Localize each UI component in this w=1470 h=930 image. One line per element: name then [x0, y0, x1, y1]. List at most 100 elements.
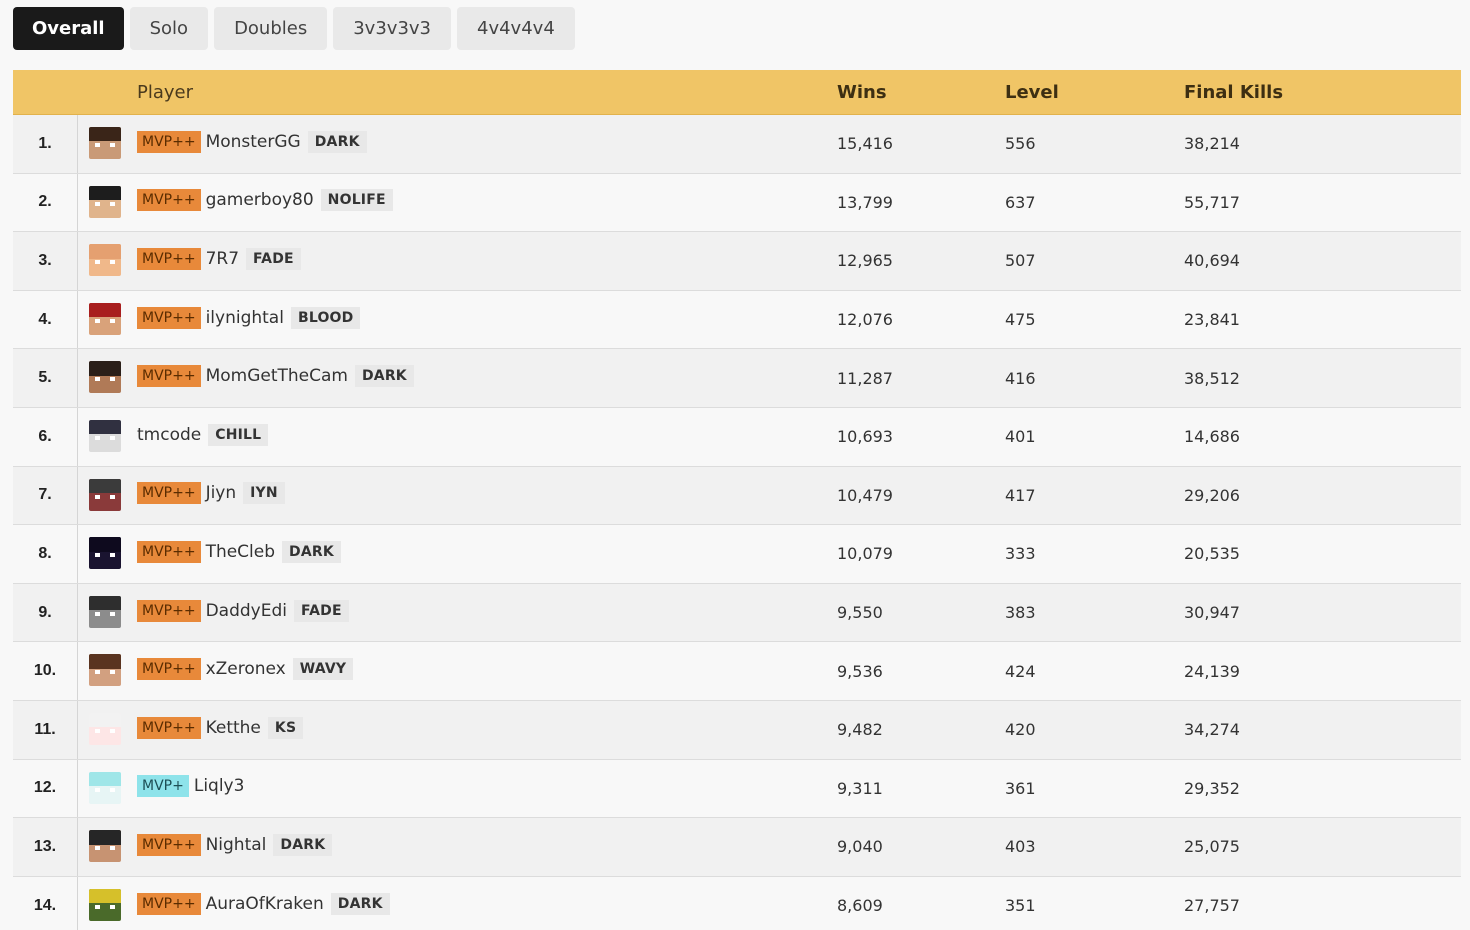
rank-badge: MVP++ — [137, 365, 201, 388]
player-avatar[interactable] — [89, 712, 121, 745]
player-avatar[interactable] — [89, 419, 121, 452]
table-row: 11. MVP++ Ketthe KS 9,482 420 34,274 — [13, 700, 1461, 760]
tab-doubles[interactable]: Doubles — [214, 7, 328, 50]
player-cell: tmcode CHILL — [137, 408, 269, 466]
final-kills-value: 27,757 — [1184, 896, 1240, 916]
player-cell: MVP++ gamerboy80 NOLIFE — [137, 174, 393, 232]
final-kills-value: 38,512 — [1184, 368, 1240, 388]
player-name-link[interactable]: MonsterGG — [206, 132, 301, 152]
player-avatar[interactable] — [89, 302, 121, 335]
player-name-link[interactable]: Liqly3 — [194, 776, 245, 796]
guild-tag: KS — [267, 716, 304, 739]
player-avatar[interactable] — [89, 595, 121, 628]
player-avatar[interactable] — [89, 888, 121, 921]
player-avatar[interactable] — [89, 654, 121, 687]
player-name-link[interactable]: DaddyEdi — [206, 601, 287, 621]
tab-solo[interactable]: Solo — [129, 7, 209, 50]
header-final-kills[interactable]: Final Kills — [1184, 82, 1283, 103]
player-name-link[interactable]: 7R7 — [206, 249, 239, 269]
player-avatar[interactable] — [89, 771, 121, 804]
guild-tag: DARK — [273, 833, 333, 856]
rank-badge: MVP++ — [137, 189, 201, 212]
avatar-eye — [110, 728, 115, 733]
player-name-link[interactable]: MomGetTheCam — [206, 366, 348, 386]
avatar-hair — [89, 419, 121, 435]
header-wins[interactable]: Wins — [837, 82, 887, 103]
level-value: 424 — [1005, 661, 1036, 681]
table-row: 9. MVP++ DaddyEdi FADE 9,550 383 30,947 — [13, 583, 1461, 643]
rank-badge: MVP++ — [137, 306, 201, 329]
player-name-link[interactable]: Jiyn — [206, 483, 237, 503]
avatar-eye — [95, 553, 100, 558]
avatar-hair — [89, 595, 121, 611]
avatar-eye — [95, 143, 100, 147]
rank-badge: MVP++ — [137, 716, 201, 739]
player-avatar[interactable] — [89, 127, 121, 159]
tab-overall[interactable]: Overall — [13, 7, 124, 50]
wins-value: 9,482 — [837, 720, 883, 740]
table-row: 14. MVP++ AuraOfKraken DARK 8,609 351 27… — [13, 876, 1461, 930]
player-avatar[interactable] — [89, 361, 121, 394]
player-avatar[interactable] — [89, 830, 121, 863]
player-avatar[interactable] — [89, 478, 121, 511]
avatar-hair — [89, 888, 121, 904]
avatar-hair — [89, 712, 121, 728]
rank-number: 6. — [13, 407, 78, 466]
guild-tag: DARK — [330, 892, 390, 915]
final-kills-value: 14,686 — [1184, 427, 1240, 447]
player-name-link[interactable]: gamerboy80 — [206, 190, 314, 210]
avatar-eye — [110, 318, 115, 323]
player-name-link[interactable]: Nightal — [206, 835, 267, 855]
avatar-eye — [95, 611, 100, 616]
avatar-eye — [110, 377, 115, 382]
final-kills-value: 55,717 — [1184, 192, 1240, 212]
guild-tag: DARK — [282, 540, 341, 563]
player-avatar[interactable] — [89, 185, 121, 218]
rank-number: 1. — [13, 115, 78, 173]
wins-value: 11,287 — [837, 368, 893, 388]
guild-tag: NOLIFE — [320, 189, 393, 212]
tab-3v3v3v3[interactable]: 3v3v3v3 — [333, 7, 451, 50]
final-kills-value: 29,206 — [1184, 485, 1240, 505]
mode-tabs: Overall Solo Doubles 3v3v3v3 4v4v4v4 — [13, 7, 575, 50]
rank-number: 9. — [13, 583, 78, 642]
player-name-link[interactable]: xZeronex — [206, 659, 286, 679]
player-cell: MVP+ Liqly3 — [137, 760, 244, 818]
avatar-hair — [89, 771, 121, 786]
final-kills-value: 30,947 — [1184, 603, 1240, 623]
level-value: 333 — [1005, 544, 1036, 564]
avatar-eye — [110, 670, 115, 675]
rank-badge: MVP+ — [137, 775, 189, 798]
avatar-hair — [89, 127, 121, 142]
final-kills-value: 20,535 — [1184, 544, 1240, 564]
avatar-eye — [95, 846, 100, 851]
wins-value: 10,079 — [837, 544, 893, 564]
tab-4v4v4v4[interactable]: 4v4v4v4 — [457, 7, 575, 50]
avatar-hair — [89, 654, 121, 669]
final-kills-value: 38,214 — [1184, 134, 1240, 154]
header-level[interactable]: Level — [1005, 82, 1059, 103]
table-row: 3. MVP++ 7R7 FADE 12,965 507 40,694 — [13, 232, 1461, 291]
avatar-eye — [95, 494, 100, 499]
player-avatar[interactable] — [89, 244, 121, 277]
guild-tag: FADE — [246, 247, 301, 270]
rank-badge: MVP++ — [137, 540, 201, 563]
rank-number: 5. — [13, 349, 78, 407]
rank-badge: MVP++ — [137, 833, 201, 856]
level-value: 416 — [1005, 368, 1036, 388]
player-avatar[interactable] — [89, 537, 121, 570]
rank-badge: MVP++ — [137, 658, 201, 681]
player-name-link[interactable]: Ketthe — [206, 718, 261, 738]
avatar-eye — [95, 904, 100, 909]
header-player[interactable]: Player — [137, 82, 193, 103]
player-name-link[interactable]: ilynightal — [206, 308, 284, 328]
wins-value: 9,536 — [837, 661, 883, 681]
avatar-hair — [89, 244, 121, 259]
player-name-link[interactable]: TheCleb — [206, 542, 275, 562]
rank-badge: MVP++ — [137, 130, 201, 153]
avatar-eye — [110, 846, 115, 851]
final-kills-value: 25,075 — [1184, 837, 1240, 857]
player-cell: MVP++ AuraOfKraken DARK — [137, 877, 390, 930]
player-name-link[interactable]: tmcode — [137, 425, 201, 445]
player-name-link[interactable]: AuraOfKraken — [206, 894, 324, 914]
